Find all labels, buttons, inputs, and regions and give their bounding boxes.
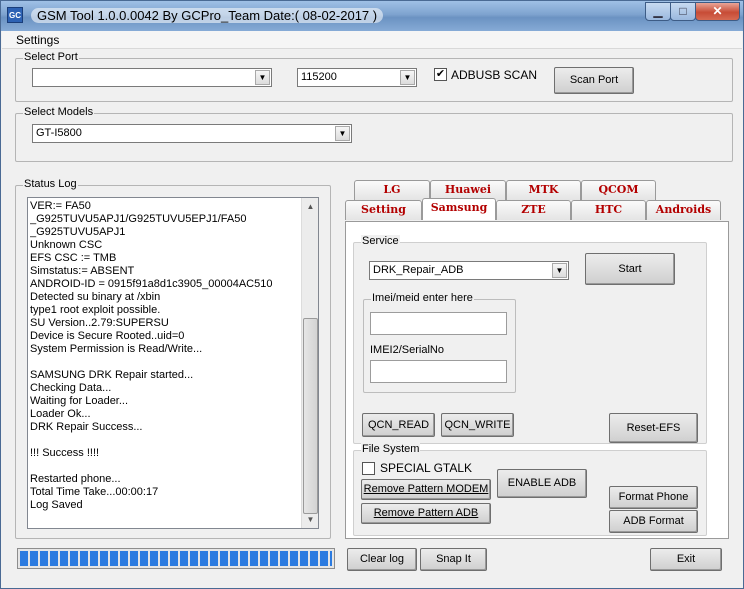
- title-bar[interactable]: GC GSM Tool 1.0.0.0042 By GCPro_Team Dat…: [1, 1, 743, 31]
- enable-adb-button[interactable]: ENABLE ADB: [497, 469, 587, 498]
- adbusb-label: ADBUSB SCAN: [451, 68, 538, 82]
- model-combobox[interactable]: GT-I5800 ▼: [32, 124, 352, 143]
- qcn-read-button[interactable]: QCN_READ: [362, 413, 435, 437]
- special-gtalk-checkbox[interactable]: [362, 462, 375, 475]
- maximize-button[interactable]: □: [670, 2, 696, 21]
- chevron-down-icon[interactable]: ▼: [552, 263, 567, 278]
- imei-input[interactable]: [370, 312, 507, 335]
- status-log-textarea[interactable]: VER:= FA50 _G925TUVU5APJ1/G925TUVU5EPJ1/…: [27, 197, 319, 529]
- tab-zte[interactable]: ZTE: [496, 200, 571, 220]
- scan-port-button[interactable]: Scan Port: [554, 67, 634, 94]
- chevron-down-icon[interactable]: ▼: [255, 70, 270, 85]
- imei-legend: Imei/meid enter here: [371, 292, 474, 304]
- status-log-scrollbar[interactable]: ▲ ▼: [301, 198, 318, 528]
- model-value: GT-I5800: [36, 127, 82, 139]
- imei2-label: IMEI2/SerialNo: [370, 344, 444, 356]
- select-port-group: Select Port ▼ 115200 ▼ ✔ ADBUSB SCAN Sca…: [15, 51, 733, 102]
- chevron-down-icon[interactable]: ▼: [335, 126, 350, 141]
- progress-bar: [17, 548, 335, 569]
- baud-combobox[interactable]: 115200 ▼: [297, 68, 417, 87]
- imei2-input[interactable]: [370, 360, 507, 383]
- tab-htc[interactable]: HTC: [571, 200, 646, 220]
- close-button[interactable]: ✕: [695, 2, 740, 21]
- service-combobox[interactable]: DRK_Repair_ADB ▼: [369, 261, 569, 280]
- start-button[interactable]: Start: [585, 253, 675, 285]
- select-models-legend: Select Models: [23, 106, 95, 118]
- file-system-group: File System SPECIAL GTALK Remove Pattern…: [353, 443, 707, 536]
- minimize-button[interactable]: ▁: [645, 2, 671, 21]
- tab-qcom[interactable]: QCOM: [581, 180, 656, 200]
- tab-lg[interactable]: LG: [354, 180, 430, 200]
- special-gtalk-label: SPECIAL GTALK: [380, 461, 473, 475]
- remove-pattern-adb-button[interactable]: Remove Pattern ADB: [361, 503, 491, 524]
- chevron-down-icon[interactable]: ▼: [400, 70, 415, 85]
- adbusb-checkbox[interactable]: ✔: [434, 68, 447, 81]
- clear-log-button[interactable]: Clear log: [347, 548, 417, 571]
- remove-pattern-modem-button[interactable]: Remove Pattern MODEM: [361, 479, 491, 500]
- service-value: DRK_Repair_ADB: [373, 264, 464, 276]
- qcn-write-button[interactable]: QCN_WRITE: [441, 413, 514, 437]
- scroll-down-icon[interactable]: ▼: [303, 512, 318, 527]
- imei-group: Imei/meid enter here IMEI2/SerialNo: [363, 292, 516, 393]
- menu-bar: Settings: [2, 31, 742, 49]
- app-icon: GC: [7, 7, 23, 23]
- service-group: Service DRK_Repair_ADB ▼ Start Imei/meid…: [353, 235, 707, 444]
- format-phone-button[interactable]: Format Phone: [609, 486, 698, 509]
- service-legend: Service: [361, 235, 400, 247]
- window-title: GSM Tool 1.0.0.0042 By GCPro_Team Date:(…: [31, 8, 384, 23]
- tab-huawei[interactable]: Huawei: [430, 180, 506, 200]
- file-system-legend: File System: [361, 443, 421, 455]
- scroll-thumb[interactable]: [303, 318, 318, 514]
- progress-fill: [20, 551, 332, 566]
- tab-setting[interactable]: Setting: [345, 200, 422, 220]
- exit-button[interactable]: Exit: [650, 548, 722, 571]
- tab-samsung[interactable]: Samsung: [422, 198, 496, 220]
- snap-it-button[interactable]: Snap It: [420, 548, 487, 571]
- scroll-up-icon[interactable]: ▲: [303, 199, 318, 214]
- menu-settings[interactable]: Settings: [16, 33, 59, 47]
- tab-mtk[interactable]: MTK: [506, 180, 581, 200]
- status-log-text: VER:= FA50 _G925TUVU5APJ1/G925TUVU5EPJ1/…: [30, 200, 273, 511]
- port-combobox[interactable]: ▼: [32, 68, 272, 87]
- adb-format-button[interactable]: ADB Format: [609, 510, 698, 533]
- tab-androids[interactable]: Androids: [646, 200, 721, 220]
- status-log-legend: Status Log: [23, 178, 78, 190]
- select-models-group: Select Models GT-I5800 ▼: [15, 106, 733, 162]
- main-window: GC GSM Tool 1.0.0.0042 By GCPro_Team Dat…: [0, 0, 744, 589]
- baud-value: 115200: [301, 71, 337, 83]
- select-port-legend: Select Port: [23, 51, 79, 63]
- reset-efs-button[interactable]: Reset-EFS: [609, 413, 698, 443]
